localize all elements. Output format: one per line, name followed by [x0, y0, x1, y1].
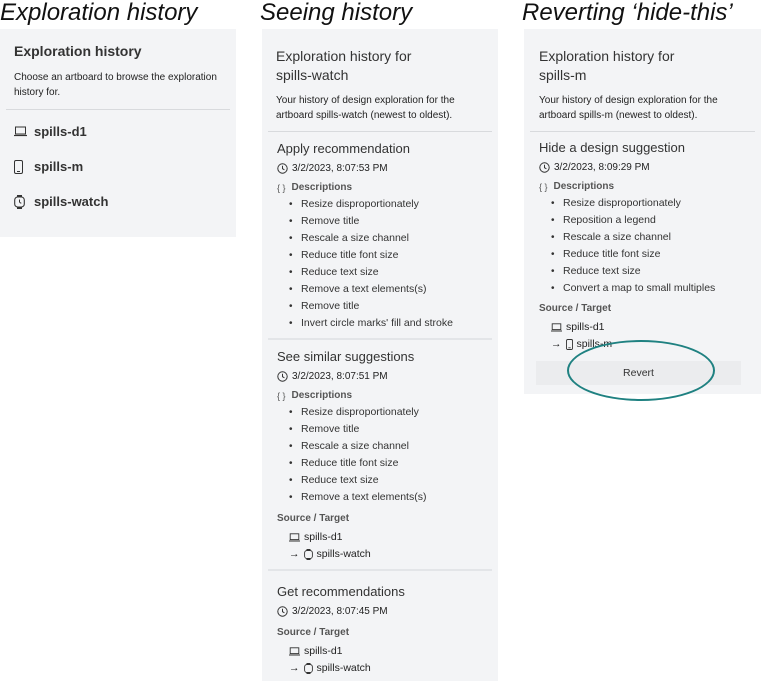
entry-title: See similar suggestions [277, 349, 415, 364]
history-entry: Get recommendations 3/2/2023, 8:07:45 PM… [262, 571, 498, 682]
history-entry: See similar suggestions 3/2/2023, 8:07:5… [262, 340, 498, 569]
clock-icon [277, 606, 288, 617]
entry-title: Get recommendations [277, 584, 405, 599]
description-item: Rescale a size channel [289, 438, 483, 455]
descriptions-list: Resize disproportionately Reposition a l… [551, 195, 746, 297]
description-item: Remove title [289, 298, 483, 315]
caption-exploration-history: Exploration history [0, 0, 198, 26]
exploration-history-panel: Exploration history Choose an artboard t… [0, 29, 236, 237]
description-item: Remove title [289, 213, 483, 230]
descriptions-label: Descriptions [291, 390, 353, 401]
entry-timestamp: 3/2/2023, 8:07:45 PM [277, 604, 483, 619]
laptop-icon [551, 323, 562, 332]
description-item: Resize disproportionately [551, 195, 746, 212]
clock-icon [539, 162, 550, 173]
description-item: Remove a text elements(s) [289, 489, 483, 506]
clock-icon [277, 371, 288, 382]
braces-icon: { } [539, 182, 548, 192]
artboard-label: spills-d1 [34, 124, 87, 139]
description-item: Reduce title font size [551, 246, 746, 263]
arrow-right-icon: → [289, 662, 300, 674]
artboard-item-spills-m[interactable]: spills-m [14, 149, 222, 184]
panel-intro: Your history of design exploration for t… [539, 95, 718, 121]
description-item: Reduce text size [289, 264, 483, 281]
description-item: Reduce text size [289, 472, 483, 489]
caption-reverting: Reverting ‘hide-this’ [522, 0, 733, 26]
artboard-label: spills-m [34, 159, 84, 174]
clock-icon [277, 163, 288, 174]
history-entry: Apply recommendation 3/2/2023, 8:07:53 P… [262, 132, 498, 338]
descriptions-list: Resize disproportionately Remove title R… [289, 404, 483, 506]
laptop-icon [14, 126, 34, 137]
watch-icon [303, 663, 313, 674]
descriptions-heading: { } Descriptions [277, 388, 483, 404]
target-row: → spills-watch [289, 660, 483, 677]
history-entry: Hide a design suggestion 3/2/2023, 8:09:… [524, 132, 761, 359]
source-row: spills-d1 [551, 319, 746, 336]
target-artboard: spills-watch [316, 662, 371, 674]
source-target-heading: Source / Target [277, 513, 350, 524]
descriptions-heading: { } Descriptions [539, 179, 746, 195]
braces-icon: { } [277, 183, 286, 193]
artboard-item-spills-watch[interactable]: spills-watch [14, 184, 222, 219]
watch-icon [14, 194, 34, 209]
laptop-icon [289, 647, 300, 656]
description-item: Reduce title font size [289, 247, 483, 264]
timestamp-text: 3/2/2023, 8:07:53 PM [292, 163, 388, 174]
seeing-history-panel: Exploration history for spills-watch You… [262, 29, 498, 681]
description-item: Convert a map to small multiples [551, 280, 746, 297]
arrow-right-icon: → [551, 338, 562, 350]
watch-icon [303, 549, 313, 560]
braces-icon: { } [277, 391, 286, 401]
description-item: Resize disproportionately [289, 404, 483, 421]
timestamp-text: 3/2/2023, 8:07:45 PM [292, 606, 388, 617]
timestamp-text: 3/2/2023, 8:09:29 PM [554, 162, 650, 173]
description-item: Remove a text elements(s) [289, 281, 483, 298]
panel-intro: Your history of design exploration for t… [276, 95, 455, 121]
source-artboard: spills-d1 [566, 321, 605, 333]
descriptions-heading: { } Descriptions [277, 180, 483, 196]
entry-title: Apply recommendation [277, 141, 410, 156]
caption-seeing-history: Seeing history [260, 0, 413, 26]
phone-icon [14, 159, 34, 174]
panel-title: Exploration history [14, 43, 142, 59]
panel-title-artboard: spills-m [539, 67, 587, 83]
highlight-ellipse [567, 340, 715, 401]
panel-intro: Choose an artboard to browse the explora… [14, 72, 217, 98]
source-artboard: spills-d1 [304, 531, 343, 543]
description-item: Resize disproportionately [289, 196, 483, 213]
source-target-heading: Source / Target [277, 627, 350, 638]
timestamp-text: 3/2/2023, 8:07:51 PM [292, 371, 388, 382]
description-item: Reduce title font size [289, 455, 483, 472]
source-row: spills-d1 [289, 643, 483, 660]
laptop-icon [289, 533, 300, 542]
target-artboard: spills-watch [316, 548, 371, 560]
entry-timestamp: 3/2/2023, 8:09:29 PM [539, 160, 746, 175]
description-item: Invert circle marks' fill and stroke [289, 315, 483, 332]
description-item: Rescale a size channel [289, 230, 483, 247]
descriptions-label: Descriptions [291, 182, 353, 193]
panel-title: Exploration history for [276, 48, 412, 64]
source-artboard: spills-d1 [304, 645, 343, 657]
artboard-item-spills-d1[interactable]: spills-d1 [14, 114, 222, 149]
source-row: spills-d1 [289, 529, 483, 546]
description-item: Rescale a size channel [551, 229, 746, 246]
entry-title: Hide a design suggestion [539, 140, 685, 155]
description-item: Reduce text size [551, 263, 746, 280]
entry-timestamp: 3/2/2023, 8:07:51 PM [277, 369, 483, 384]
arrow-right-icon: → [289, 548, 300, 560]
target-row: → spills-watch [289, 546, 483, 563]
panel-title: Exploration history for [539, 48, 675, 64]
entry-timestamp: 3/2/2023, 8:07:53 PM [277, 161, 483, 176]
descriptions-list: Resize disproportionately Remove title R… [289, 196, 483, 332]
artboard-label: spills-watch [34, 194, 109, 209]
description-item: Reposition a legend [551, 212, 746, 229]
panel-title-artboard: spills-watch [276, 67, 349, 83]
descriptions-label: Descriptions [553, 181, 615, 192]
source-target-heading: Source / Target [539, 303, 612, 314]
phone-icon [565, 339, 573, 350]
description-item: Remove title [289, 421, 483, 438]
